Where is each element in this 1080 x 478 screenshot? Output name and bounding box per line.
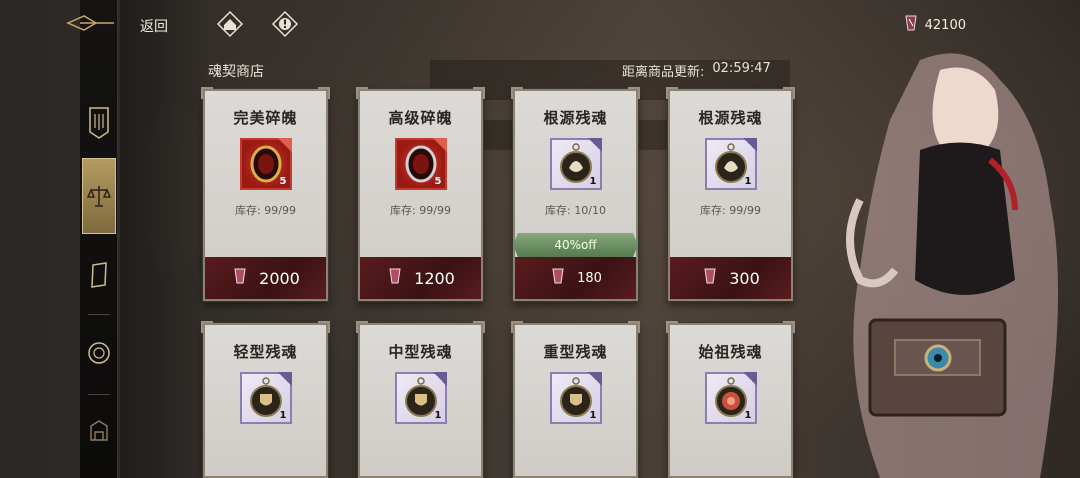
item-price: 300 <box>729 268 760 288</box>
shop-item-card[interactable]: 中型残魂 1 <box>356 321 485 478</box>
item-name: 始祖残魂 <box>698 343 763 361</box>
item-qty: 1 <box>744 176 752 187</box>
item-icon-frame: 1 <box>549 372 602 424</box>
home-icon[interactable] <box>216 10 244 38</box>
refresh-timer: 距离商品更新: 02:59:47 <box>622 61 771 80</box>
item-stock: 库存: 99/99 <box>700 204 761 217</box>
rail-shadow <box>120 0 210 478</box>
item-icon-frame: 5 <box>394 138 447 190</box>
price-button[interactable]: 2000 <box>205 257 326 299</box>
item-name: 中型残魂 <box>388 343 453 361</box>
currency-value: 42100 <box>924 17 966 33</box>
crystal-currency-icon <box>231 267 249 289</box>
shop-item-card[interactable]: 轻型残魂 1 <box>201 321 330 478</box>
rail-divider <box>88 394 110 395</box>
price-button[interactable]: 180 <box>515 257 636 299</box>
shop-item-card[interactable]: 高级碎魄 5 库存: 99/99 1200 <box>356 87 485 301</box>
crystal-currency-icon <box>903 14 919 36</box>
item-name: 根源残魂 <box>698 109 763 127</box>
item-qty: 1 <box>744 410 752 421</box>
medallion-icon[interactable] <box>82 328 116 378</box>
shop-item-card[interactable]: 重型残魂 1 <box>511 321 640 478</box>
shopkeeper-character <box>846 53 1058 478</box>
discount-ribbon: 40%off <box>513 233 638 257</box>
item-name: 重型残魂 <box>543 343 608 361</box>
item-icon-frame: 1 <box>704 138 757 190</box>
item-qty: 1 <box>279 410 287 421</box>
price-button[interactable]: 300 <box>670 257 791 299</box>
refresh-time: 02:59:47 <box>712 61 771 76</box>
back-ornament-icon[interactable] <box>66 8 116 38</box>
item-price: 180 <box>577 270 602 286</box>
refresh-label: 距离商品更新: <box>622 65 705 80</box>
shop-item-card[interactable]: 完美碎魄 5 库存: 99/99 2000 <box>201 87 330 301</box>
shop-item-card[interactable]: 根源残魂 1 库存: 10/10 40%off 180 <box>511 87 640 301</box>
card-icon[interactable] <box>82 250 116 300</box>
item-stock: 库存: 99/99 <box>390 204 451 217</box>
item-qty: 1 <box>589 410 597 421</box>
price-button[interactable]: 1200 <box>360 257 481 299</box>
banner-icon[interactable] <box>82 98 116 148</box>
item-icon-frame: 1 <box>704 372 757 424</box>
item-icon-frame: 1 <box>394 372 447 424</box>
crystal-currency-icon <box>386 267 404 289</box>
rail-divider <box>88 314 110 315</box>
shop-item-card[interactable]: 始祖残魂 1 <box>666 321 795 478</box>
crystal-currency-icon <box>549 267 567 289</box>
item-icon-frame: 5 <box>239 138 292 190</box>
item-price: 1200 <box>414 268 455 288</box>
item-stock: 库存: 99/99 <box>235 204 296 217</box>
back-button[interactable]: 返回 <box>140 16 168 36</box>
item-name: 根源残魂 <box>543 109 608 127</box>
item-price: 2000 <box>259 268 300 288</box>
currency-display: 42100 <box>903 14 966 36</box>
item-qty: 1 <box>589 176 597 187</box>
shop-title: 魂契商店 <box>208 64 264 80</box>
item-name: 轻型残魂 <box>233 343 298 361</box>
item-icon-frame: 1 <box>549 138 602 190</box>
item-qty: 5 <box>279 176 287 187</box>
item-icon-frame: 1 <box>239 372 292 424</box>
item-name: 完美碎魄 <box>233 109 298 127</box>
shop-item-card[interactable]: 根源残魂 1 库存: 99/99 300 <box>666 87 795 301</box>
alert-icon[interactable] <box>271 10 299 38</box>
crystal-currency-icon <box>701 267 719 289</box>
item-name: 高级碎魄 <box>388 109 453 127</box>
tower-icon[interactable] <box>82 406 116 456</box>
item-stock: 库存: 10/10 <box>545 204 606 217</box>
item-qty: 5 <box>434 176 442 187</box>
scales-icon[interactable] <box>82 158 116 234</box>
item-qty: 1 <box>434 410 442 421</box>
